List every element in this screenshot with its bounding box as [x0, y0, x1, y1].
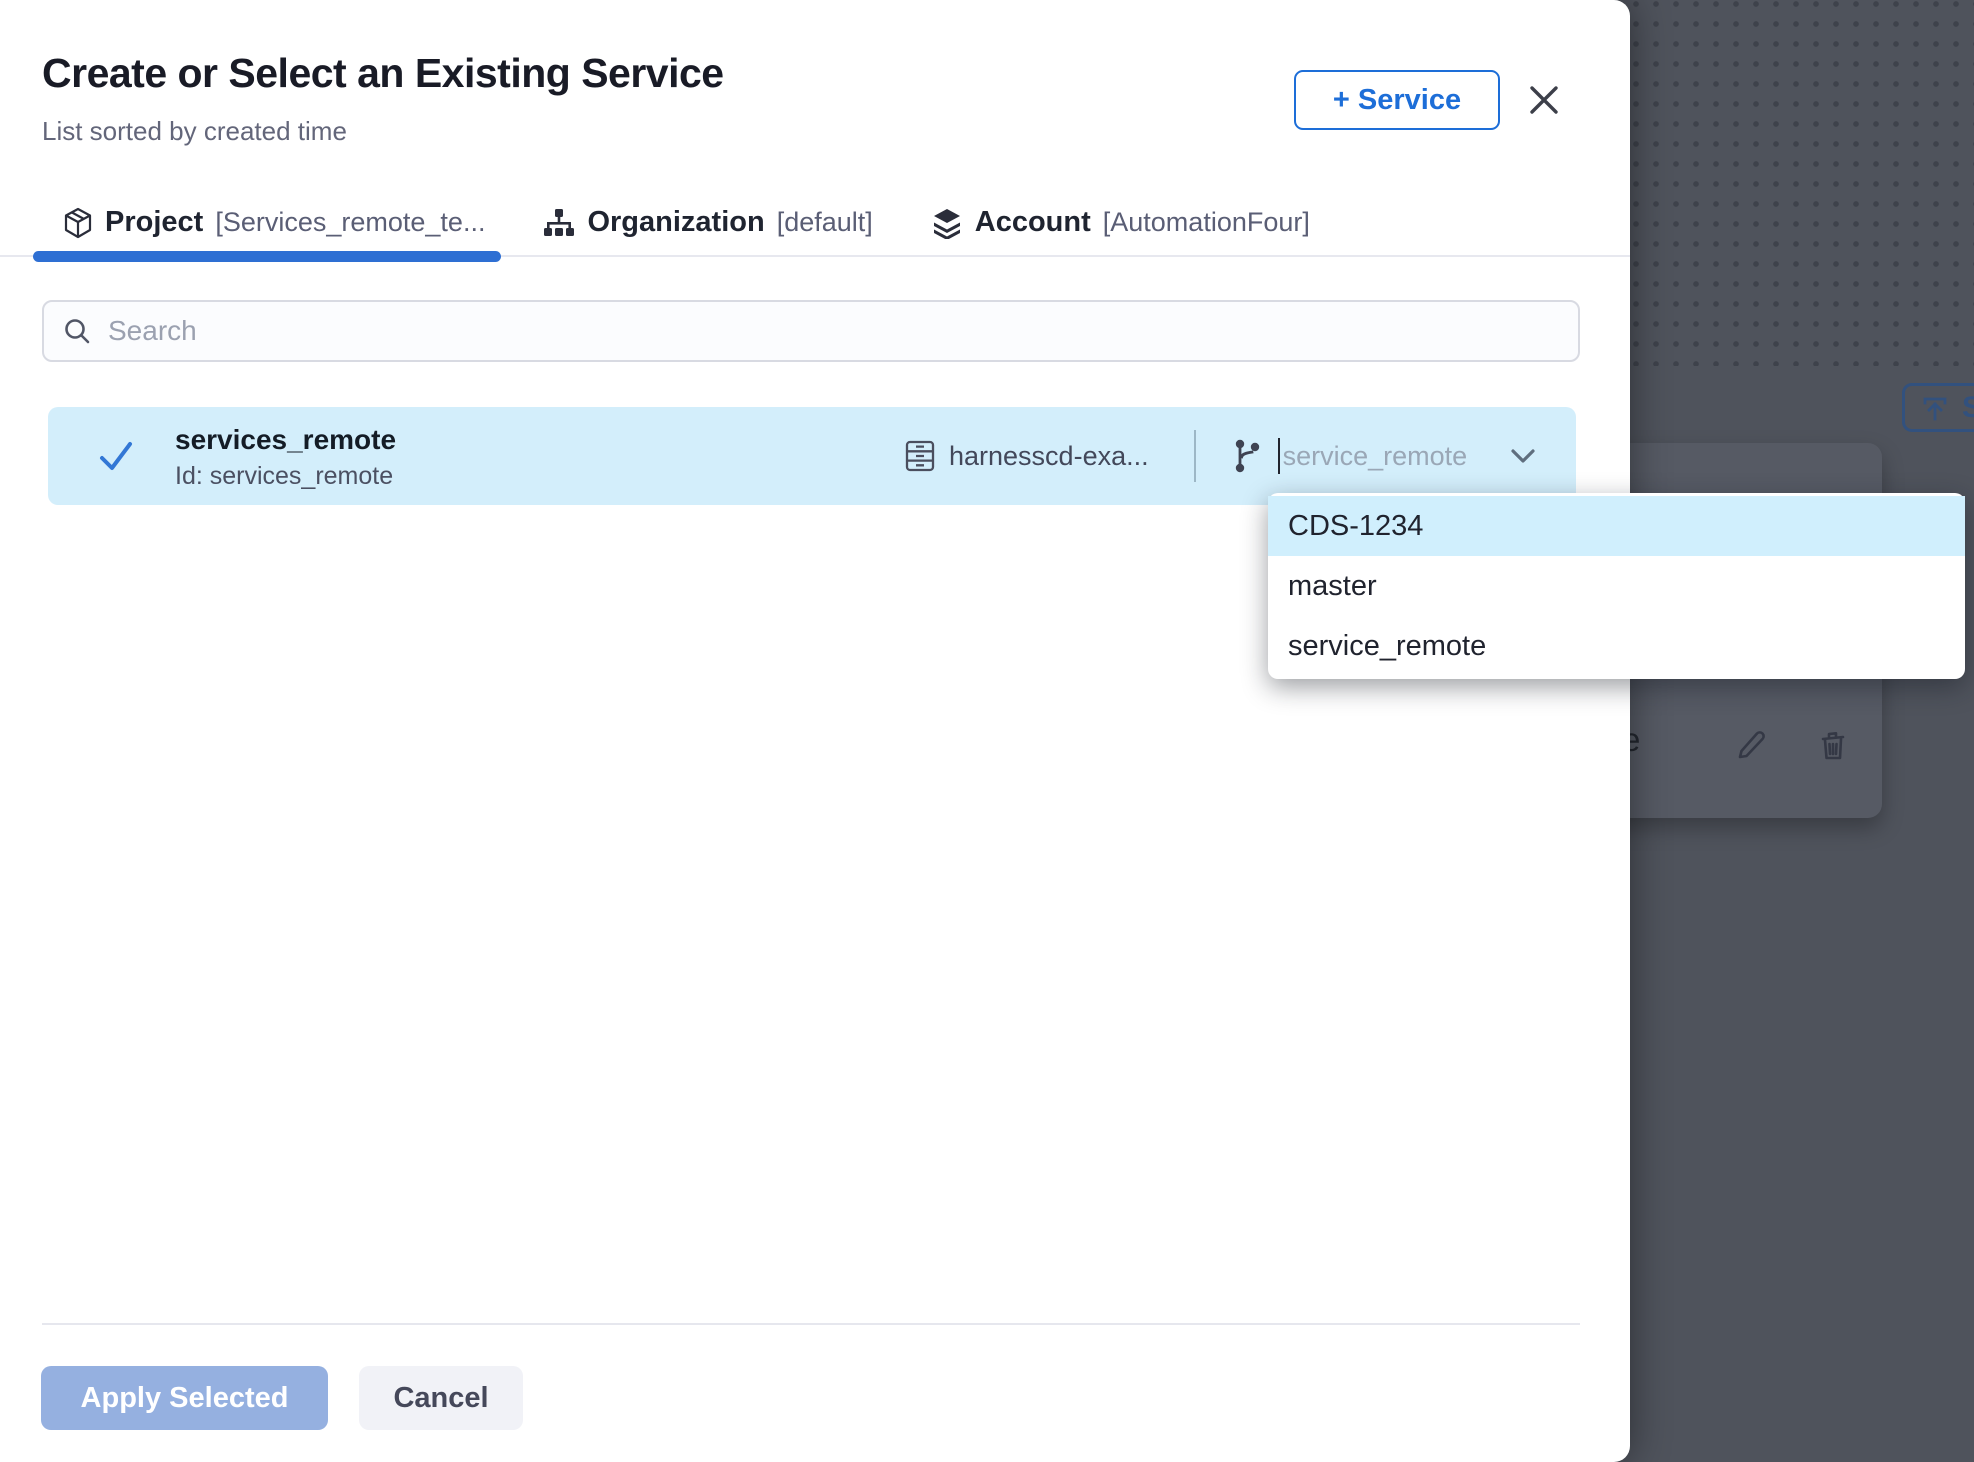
- service-name: services_remote: [175, 424, 396, 456]
- tab-project-label: Project: [105, 206, 203, 239]
- project-cube-icon: [63, 207, 93, 239]
- text-cursor: [1278, 438, 1280, 474]
- save-button-label: S: [1962, 391, 1974, 425]
- save-button-partial[interactable]: S: [1902, 383, 1974, 432]
- branch-option-cds-1234[interactable]: CDS-1234: [1268, 496, 1965, 556]
- tab-account-label: Account: [975, 206, 1091, 239]
- tab-organization-scope: [default]: [777, 207, 873, 238]
- create-or-select-service-modal: Create or Select an Existing Service Lis…: [0, 0, 1630, 1462]
- scope-tabs: Project [Services_remote_te...: [0, 190, 1630, 257]
- tab-account[interactable]: Account [AutomationFour]: [931, 190, 1310, 255]
- branch-dropdown-menu: CDS-1234 master service_remote: [1268, 493, 1965, 679]
- cancel-button[interactable]: Cancel: [359, 1366, 523, 1430]
- service-row-meta: harnesscd-exa... service_remote: [903, 407, 1537, 505]
- modal-subtitle: List sorted by created time: [42, 116, 347, 147]
- service-id: Id: services_remote: [175, 462, 393, 491]
- branch-option-service-remote[interactable]: service_remote: [1268, 616, 1965, 676]
- apply-selected-button[interactable]: Apply Selected: [41, 1366, 328, 1430]
- edit-pencil-icon[interactable]: [1732, 727, 1770, 765]
- modal-title: Create or Select an Existing Service: [42, 50, 724, 97]
- delete-trash-icon[interactable]: [1814, 727, 1852, 765]
- footer-divider: [42, 1323, 1580, 1325]
- chevron-down-icon[interactable]: [1509, 446, 1537, 466]
- search-icon: [62, 316, 92, 346]
- upload-icon: [1920, 393, 1950, 423]
- tab-project[interactable]: Project [Services_remote_te...: [63, 190, 485, 255]
- new-service-button[interactable]: + Service: [1294, 70, 1500, 130]
- close-icon[interactable]: [1526, 80, 1566, 120]
- git-branch-icon: [1232, 438, 1262, 474]
- checkmark-icon: [94, 434, 138, 478]
- screen: e S Create or Select an Existi: [0, 0, 1974, 1462]
- search-box: [42, 300, 1580, 362]
- account-layers-icon: [931, 207, 963, 239]
- search-input[interactable]: [108, 302, 1578, 360]
- vertical-divider: [1194, 430, 1196, 482]
- service-list-item-selected[interactable]: services_remote Id: services_remote harn…: [48, 407, 1576, 505]
- organization-hierarchy-icon: [543, 207, 575, 239]
- branch-select-input[interactable]: service_remote: [1283, 441, 1468, 472]
- canvas-dot-grid: [1596, 0, 1974, 366]
- tab-project-scope: [Services_remote_te...: [215, 207, 485, 238]
- tab-organization-label: Organization: [587, 206, 764, 239]
- repository-name: harnesscd-exa...: [949, 441, 1149, 472]
- repository-icon: [903, 438, 937, 474]
- branch-option-master[interactable]: master: [1268, 556, 1965, 616]
- tab-organization[interactable]: Organization [default]: [543, 190, 872, 255]
- tab-account-scope: [AutomationFour]: [1103, 207, 1310, 238]
